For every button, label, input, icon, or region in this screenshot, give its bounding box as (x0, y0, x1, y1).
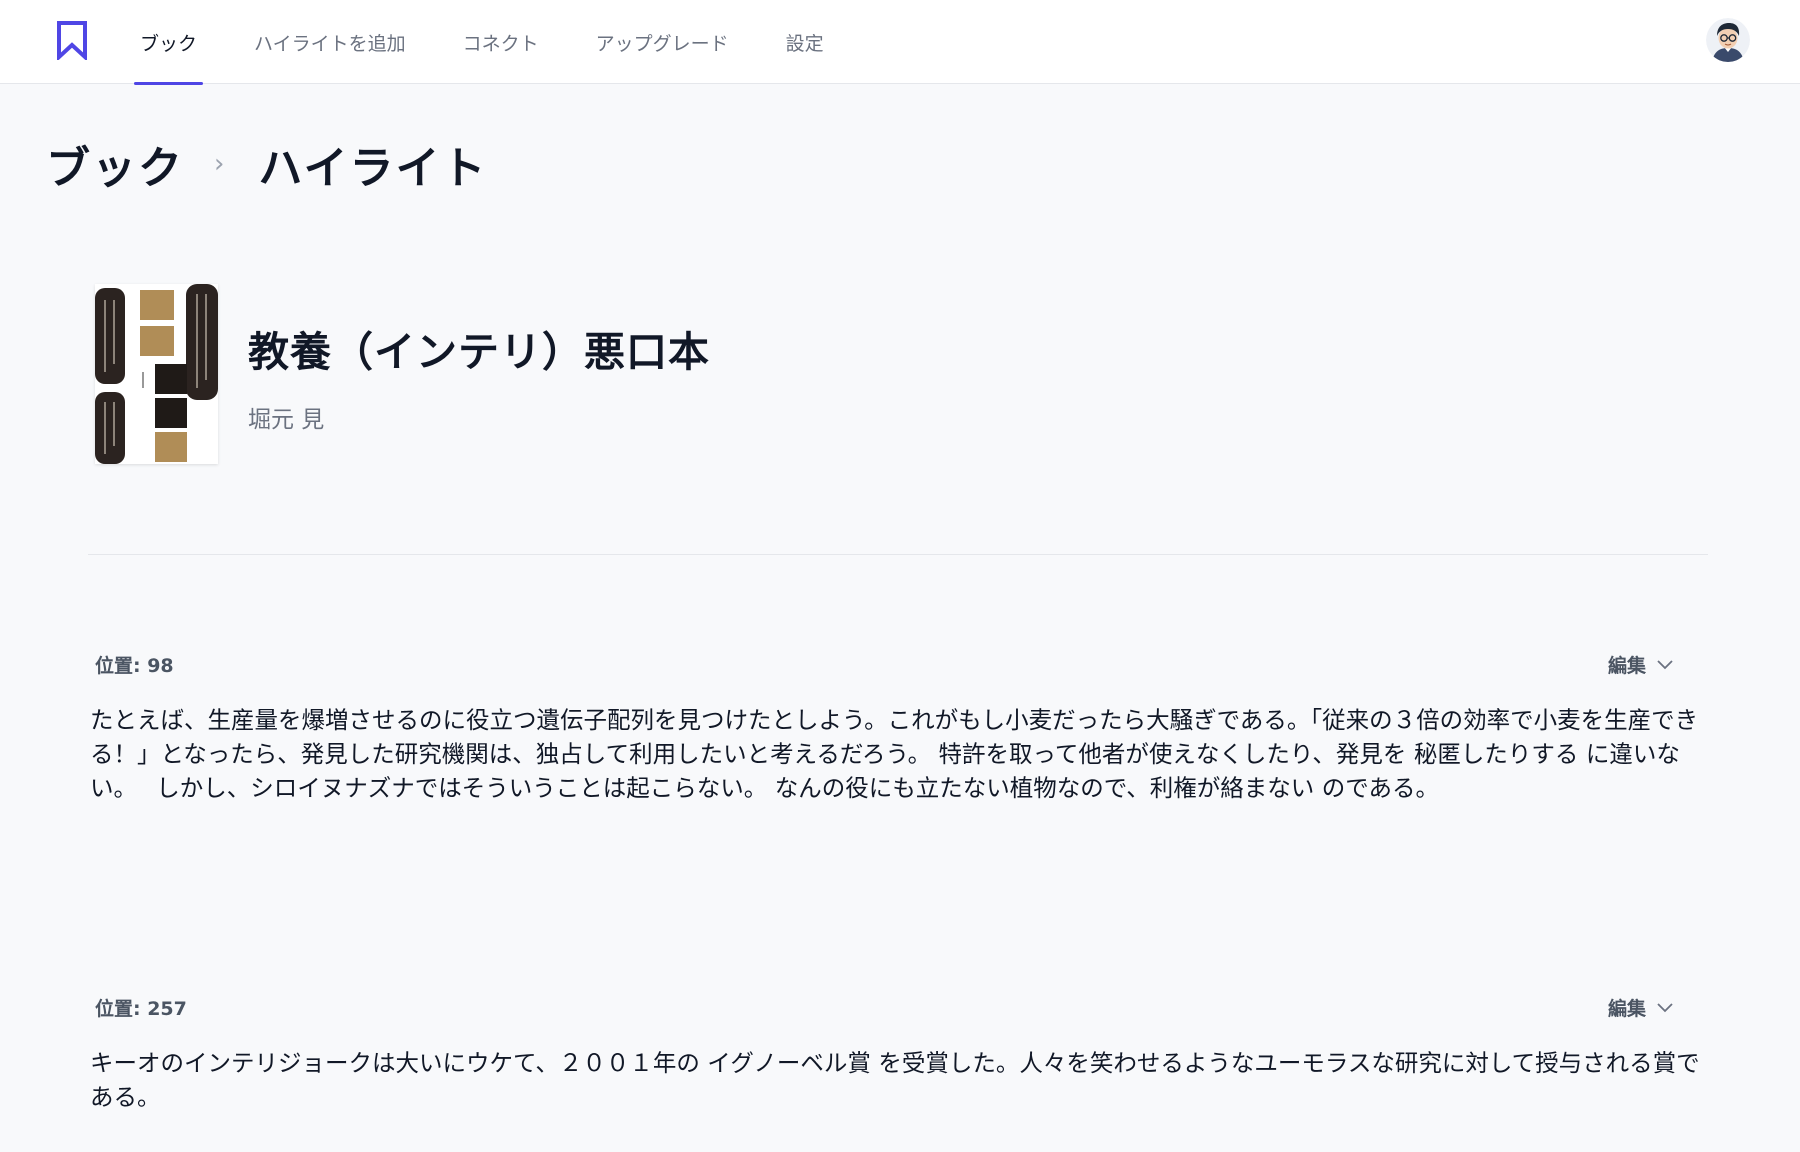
chevron-down-icon (1657, 660, 1673, 670)
tab-connect[interactable]: コネクト (443, 0, 559, 84)
highlight-item: 位置: 98 編集 たとえば、生産量を爆増させるのに役立つ遺伝子配列を見つけたと… (90, 649, 1710, 805)
chevron-down-icon (1657, 1003, 1673, 1013)
book-info: 教養（インテリ）悪口本 堀元 見 (248, 284, 710, 434)
tab-add-highlights[interactable]: ハイライトを追加 (234, 0, 426, 84)
tab-settings[interactable]: 設定 (766, 0, 844, 84)
highlight-text: たとえば、生産量を爆増させるのに役立つ遺伝子配列を見つけたとしよう。これがもし小… (90, 706, 1699, 802)
highlight-location: 位置: 98 (95, 654, 174, 677)
tab-books[interactable]: ブック (120, 0, 217, 85)
breadcrumb-books-link[interactable]: ブック (46, 132, 184, 196)
book-cover-image (95, 284, 218, 464)
book-header: 教養（インテリ）悪口本 堀元 見 (95, 284, 710, 464)
bookmark-logo-icon[interactable] (54, 20, 90, 60)
highlight-meta: 位置: 257 編集 (90, 992, 1710, 1022)
highlight-location: 位置: 257 (95, 997, 187, 1020)
chevron-right-icon: › (214, 149, 225, 179)
top-navigation: ブック ハイライトを追加 コネクト アップグレード 設定 (0, 0, 1800, 85)
highlight-meta: 位置: 98 編集 (90, 649, 1710, 679)
book-author: 堀元 見 (248, 407, 325, 433)
user-avatar[interactable] (1706, 18, 1750, 62)
highlight-text: キーオのインテリジョークは大いにウケて、２００１年の イグノーベル賞 を受賞した… (90, 1049, 1700, 1111)
edit-dropdown-button[interactable]: 編集 (1608, 994, 1674, 1021)
nav-tabs: ブック ハイライトを追加 コネクト アップグレード 設定 (120, 0, 861, 85)
highlight-item: 位置: 257 編集 キーオのインテリジョークは大いにウケて、２００１年の イグ… (90, 992, 1710, 1114)
edit-label: 編集 (1607, 997, 1646, 1020)
section-divider (88, 554, 1708, 555)
edit-dropdown-button[interactable]: 編集 (1608, 651, 1674, 678)
page-title: ハイライト (258, 143, 488, 194)
tab-upgrade[interactable]: アップグレード (576, 0, 749, 84)
edit-label: 編集 (1607, 654, 1646, 677)
book-title: 教養（インテリ）悪口本 (248, 328, 710, 376)
breadcrumb: ブック › ハイライト (46, 134, 488, 194)
